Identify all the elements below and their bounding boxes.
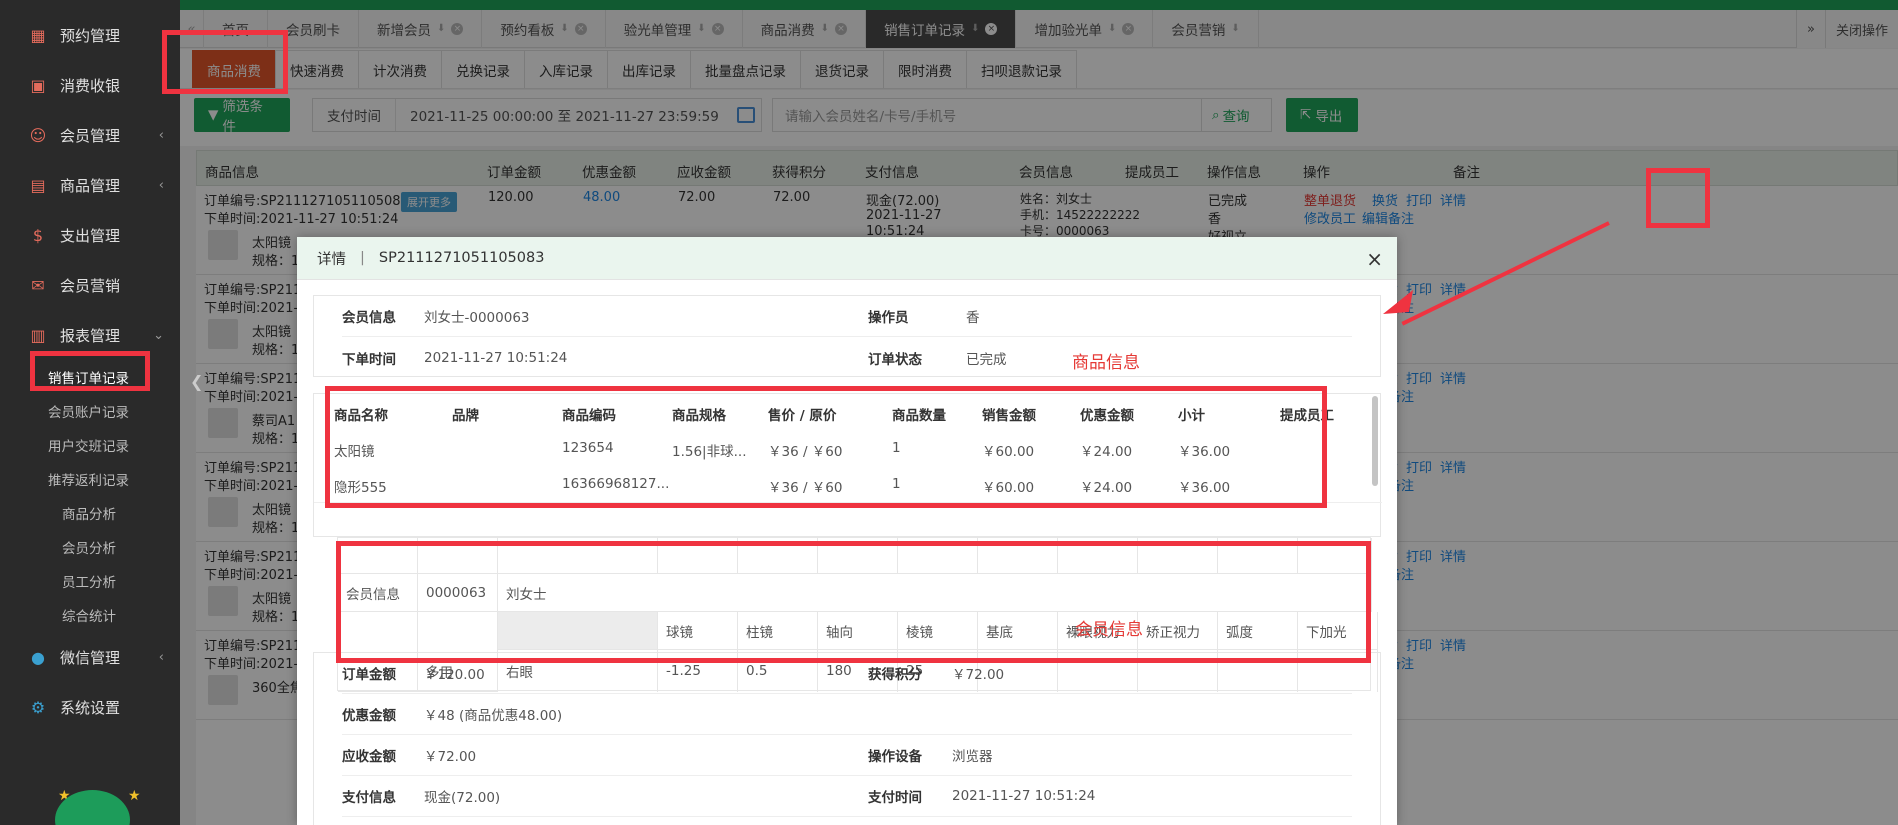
sidebar-subitem[interactable]: 综合统计 xyxy=(0,598,180,632)
wechat-icon: ● xyxy=(31,647,45,667)
discount-label: 优惠金额 xyxy=(342,708,396,724)
info-row: 应收金额 ￥72.00 操作设备 浏览器 xyxy=(342,735,1352,776)
sidebar-subitem[interactable]: 会员账户记录 xyxy=(0,394,180,428)
order-detail-modal: 详情 | SP2111271051105083 × 会员信息 刘女士-00000… xyxy=(297,237,1397,825)
info-row: 优惠金额 ￥48 (商品优惠48.00) xyxy=(342,694,1352,735)
points-label: 获得积分 xyxy=(868,667,922,683)
order-amount-value: ￥120.00 xyxy=(424,667,485,683)
device-value: 浏览器 xyxy=(952,749,993,765)
sidebar-item-label: 报表管理 xyxy=(60,326,121,345)
goods-info-annotation: 商品信息 xyxy=(1072,353,1140,373)
order-amount-label: 订单金额 xyxy=(342,667,396,683)
sidebar-subitem[interactable]: 会员分析 xyxy=(0,530,180,564)
chevron-icon: ‹ xyxy=(158,649,164,665)
highlight-box xyxy=(1646,168,1710,228)
order-time-label: 下单时间 xyxy=(342,351,396,368)
points-value: ￥72.00 xyxy=(952,667,1005,683)
sidebar-subitem[interactable]: 用户交班记录 xyxy=(0,428,180,462)
chevron-icon: ‹ xyxy=(158,127,164,143)
sidebar-item[interactable]: ● 微信管理 ‹ xyxy=(0,632,180,682)
sidebar-item[interactable]: ▤ 商品管理 ‹ xyxy=(0,160,180,210)
pay-time-detail-label: 支付时间 xyxy=(868,790,922,806)
modal-order-no: SP2111271051105083 xyxy=(378,250,545,266)
sidebar-item[interactable]: ▦ 预约管理 xyxy=(0,10,180,60)
calendar-icon: ▦ xyxy=(30,25,46,45)
sidebar-item[interactable]: ▣ 消费收银 xyxy=(0,60,180,110)
sidebar-item[interactable]: ☺ 会员管理 ‹ xyxy=(0,110,180,160)
order-status-value: 已完成 xyxy=(966,351,1007,368)
highlight-box xyxy=(336,541,1371,663)
logo xyxy=(0,0,180,10)
receivable-value: ￥72.00 xyxy=(424,749,477,765)
close-icon[interactable]: × xyxy=(1366,247,1383,271)
device-label: 操作设备 xyxy=(868,749,922,765)
chevron-icon: ⌄ xyxy=(153,327,164,343)
sidebar-item-label: 预约管理 xyxy=(60,26,121,45)
sidebar-item-label: 商品管理 xyxy=(60,176,121,195)
info-row: 会员信息 刘女士-0000063 操作员 香 xyxy=(342,296,1352,337)
order-time-value: 2021-11-27 10:51:24 xyxy=(424,349,568,366)
sidebar-item-label: 消费收银 xyxy=(60,76,121,95)
chevron-icon: ‹ xyxy=(158,177,164,193)
cashier-icon: ▣ xyxy=(30,75,46,95)
collapse-arrow-icon[interactable]: ❮ xyxy=(190,372,203,391)
title-separator: | xyxy=(360,250,365,266)
sidebar-subitem[interactable]: 推荐返利记录 xyxy=(0,462,180,496)
highlight-box xyxy=(325,386,1327,508)
arrow-head-icon xyxy=(1383,290,1413,314)
payment-info-box: 订单金额 ￥120.00 获得积分 ￥72.00 优惠金额 ￥48 (商品优惠4… xyxy=(313,652,1381,825)
operator-label: 操作员 xyxy=(868,310,909,326)
goods-icon: ▤ xyxy=(30,175,46,195)
sidebar-subitem[interactable]: 员工分析 xyxy=(0,564,180,598)
scrollbar[interactable] xyxy=(1372,396,1378,486)
sidebar: ▦ 预约管理 ▣ 消费收银 ☺ 会员管理 ‹ ▤ 商品管理 ‹ $ 支出管理 ✉ 会员营销 ▥ 报表管理 ⌄ 销… xyxy=(0,0,180,825)
pay-info-value: 现金(72.00) xyxy=(424,790,501,806)
info-row: 下单时间 2021-11-27 10:51:24 订单状态 已完成 xyxy=(342,337,1352,378)
sidebar-item-label: 会员营销 xyxy=(60,276,121,295)
discount-value: ￥48 (商品优惠48.00) xyxy=(424,708,563,724)
settings-icon: ⚙ xyxy=(30,697,46,717)
sidebar-item-label: 会员管理 xyxy=(60,126,121,145)
pay-info-label: 支付信息 xyxy=(342,790,396,806)
highlight-box xyxy=(30,351,150,391)
gift-icon: ✉ xyxy=(31,275,45,295)
sidebar-item[interactable]: $ 支出管理 xyxy=(0,210,180,260)
receivable-label: 应收金额 xyxy=(342,749,396,765)
star-icon: ★ xyxy=(128,788,141,804)
sidebar-item[interactable]: ⚙ 系统设置 xyxy=(0,682,180,732)
modal-header: 详情 | SP2111271051105083 × xyxy=(297,237,1397,280)
sidebar-subitem[interactable]: 商品分析 xyxy=(0,496,180,530)
sidebar-item-label: 微信管理 xyxy=(60,648,121,667)
modal-title: 详情 xyxy=(317,251,346,268)
info-row: 支付信息 现金(72.00) 支付时间 2021-11-27 10:51:24 xyxy=(342,776,1352,817)
sidebar-item-label: 支出管理 xyxy=(60,226,121,245)
expense-icon: $ xyxy=(32,225,44,245)
member-info-value: 刘女士-0000063 xyxy=(424,310,530,326)
order-status-label: 订单状态 xyxy=(868,351,922,368)
highlight-box xyxy=(162,30,288,94)
operator-value: 香 xyxy=(966,310,980,326)
pay-time-detail-value: 2021-11-27 10:51:24 xyxy=(952,788,1096,804)
member-info-label: 会员信息 xyxy=(342,310,396,326)
sidebar-item-label: 系统设置 xyxy=(60,698,121,717)
report-icon: ▥ xyxy=(30,325,46,345)
order-info-box: 会员信息 刘女士-0000063 操作员 香 下单时间 2021-11-27 1… xyxy=(313,295,1381,377)
users-icon: ☺ xyxy=(29,125,47,145)
sidebar-item[interactable]: ✉ 会员营销 xyxy=(0,260,180,310)
